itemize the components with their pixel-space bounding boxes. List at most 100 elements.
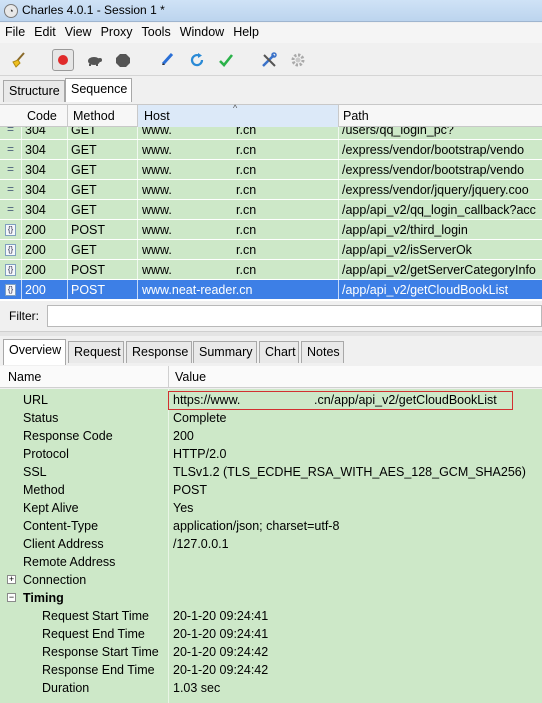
timing-row[interactable]: Response End Time 20-1-20 09:24:42 <box>0 661 542 679</box>
row-code: 200 <box>25 283 46 297</box>
timing-row[interactable]: Response Start Time 20-1-20 09:24:42 <box>0 643 542 661</box>
column-host[interactable]: Host <box>144 109 170 123</box>
timing-value: 20-1-20 09:24:42 <box>173 645 269 659</box>
expand-icon[interactable]: + <box>7 575 16 584</box>
menu-bar: File Edit View Proxy Tools Window Help <box>0 23 542 43</box>
table-row[interactable]: {} 200 POST www. r.cn /app/api_v2/getSer… <box>0 260 542 280</box>
detail-tabs: Overview Request Response Summary Chart … <box>0 339 542 365</box>
overview-table: URL https://www. .cn/app/api_v2/getCloud… <box>0 389 542 703</box>
filter-bar: Filter: <box>0 303 542 329</box>
column-path[interactable]: Path <box>343 109 369 123</box>
field-value: 200 <box>173 429 194 443</box>
row-path: /app/api_v2/getCloudBookList <box>342 283 509 297</box>
table-row[interactable]: = 304 GET www. r.cn /users/qq_login_pc? <box>0 127 542 140</box>
table-row[interactable]: = 304 GET www. r.cn /express/vendor/boot… <box>0 140 542 160</box>
pen-edit-icon[interactable] <box>156 49 178 71</box>
filter-input[interactable] <box>47 305 542 327</box>
overview-row-connection[interactable]: + Connection <box>0 571 542 589</box>
column-value[interactable]: Value <box>175 370 206 384</box>
row-host: www. <box>142 223 172 237</box>
title-bar: ◔ Charles 4.0.1 - Session 1 * <box>0 0 542 22</box>
field-name: Content-Type <box>23 519 99 533</box>
row-host-tail: r.cn <box>236 163 257 177</box>
timing-row[interactable]: Duration 1.03 sec <box>0 679 542 697</box>
timing-value: 20-1-20 09:24:42 <box>173 663 269 677</box>
timing-row[interactable]: Request Start Time 20-1-20 09:24:41 <box>0 607 542 625</box>
cached-response-icon: = <box>6 182 14 196</box>
row-method: POST <box>71 263 106 277</box>
table-row[interactable]: {} 200 GET www. r.cn /app/api_v2/isServe… <box>0 240 542 260</box>
sort-ascending-icon: ^ <box>233 103 238 113</box>
window-title: Charles 4.0.1 - Session 1 * <box>22 3 165 17</box>
settings-gear-icon[interactable] <box>287 49 309 71</box>
url-label: URL <box>23 393 49 407</box>
menu-help[interactable]: Help <box>228 23 263 39</box>
field-name: Remote Address <box>23 555 116 569</box>
column-name[interactable]: Name <box>8 370 41 384</box>
cached-response-icon: = <box>6 142 14 156</box>
tab-sequence[interactable]: Sequence <box>65 78 132 102</box>
row-code: 200 <box>25 223 46 237</box>
row-path: /app/api_v2/isServerOk <box>342 243 472 257</box>
collapse-icon[interactable]: − <box>7 593 16 602</box>
throttle-turtle-icon[interactable] <box>83 49 105 71</box>
row-host-tail: r.cn <box>236 263 257 277</box>
column-code[interactable]: Code <box>27 109 57 123</box>
row-host-tail: r.cn <box>236 183 257 197</box>
overview-row-url[interactable]: URL https://www. .cn/app/api_v2/getCloud… <box>0 391 542 410</box>
field-name: Response Code <box>23 429 113 443</box>
record-icon[interactable] <box>52 49 74 71</box>
row-path: /app/api_v2/third_login <box>342 223 468 237</box>
tab-chart[interactable]: Chart <box>259 341 299 363</box>
broom-icon[interactable] <box>8 49 30 71</box>
table-row[interactable]: = 304 GET www. r.cn /express/vendor/jque… <box>0 180 542 200</box>
overview-row[interactable]: Method POST <box>0 481 542 499</box>
row-path: /express/vendor/jquery/jquery.coo <box>342 183 529 197</box>
checkmark-icon[interactable] <box>215 49 237 71</box>
menu-proxy[interactable]: Proxy <box>96 23 137 39</box>
field-name: SSL <box>23 465 47 479</box>
column-method[interactable]: Method <box>73 109 115 123</box>
menu-tools[interactable]: Tools <box>137 23 175 39</box>
overview-row[interactable]: Status Complete <box>0 409 542 427</box>
field-value: POST <box>173 483 208 497</box>
field-value: application/json; charset=utf-8 <box>173 519 340 533</box>
table-row-selected[interactable]: {} 200 POST www.neat-reader.cn /app/api_… <box>0 280 542 300</box>
overview-row[interactable]: Client Address/127.0.0.1 <box>0 535 542 553</box>
row-code: 200 <box>25 243 46 257</box>
overview-row[interactable]: Response Code 200 <box>0 427 542 445</box>
table-row[interactable]: {} 200 POST www. r.cn /app/api_v2/third_… <box>0 220 542 240</box>
tab-request[interactable]: Request <box>68 341 124 363</box>
charles-app-icon: ◔ <box>4 4 18 18</box>
menu-view[interactable]: View <box>60 23 96 39</box>
menu-file[interactable]: File <box>0 23 29 39</box>
field-value: HTTP/2.0 <box>173 447 227 461</box>
tools-icon[interactable] <box>258 49 280 71</box>
tab-structure[interactable]: Structure <box>3 80 65 102</box>
row-host-tail: r.cn <box>236 127 257 137</box>
tab-overview[interactable]: Overview <box>3 339 66 365</box>
menu-window[interactable]: Window <box>175 23 228 39</box>
overview-row[interactable]: Content-Type application/json; charset=ut… <box>0 517 542 535</box>
table-row[interactable]: = 304 GET www. r.cn /app/api_v2/qq_login… <box>0 200 542 220</box>
row-method: POST <box>71 223 106 237</box>
row-host: www. <box>142 263 172 277</box>
overview-row[interactable]: Protocol HTTP/2.0 <box>0 445 542 463</box>
breakpoint-hexagon-icon[interactable] <box>112 49 134 71</box>
overview-row-timing[interactable]: − Timing <box>0 589 542 607</box>
overview-row[interactable]: Kept Alive Yes <box>0 499 542 517</box>
pane-splitter[interactable] <box>0 331 542 336</box>
timing-name: Duration <box>42 681 90 695</box>
menu-edit[interactable]: Edit <box>29 23 60 39</box>
cached-response-icon: = <box>6 202 14 216</box>
tab-summary[interactable]: Summary <box>193 341 257 363</box>
table-row[interactable]: = 304 GET www. r.cn /express/vendor/boot… <box>0 160 542 180</box>
row-method: GET <box>71 183 97 197</box>
tab-response[interactable]: Response <box>126 341 192 363</box>
tab-notes[interactable]: Notes <box>301 341 344 363</box>
row-host-tail: r.cn <box>236 203 257 217</box>
overview-row[interactable]: SSL TLSv1.2 (TLS_ECDHE_RSA_WITH_AES_128_G… <box>0 463 542 481</box>
overview-row[interactable]: Remote Address <box>0 553 542 571</box>
timing-row[interactable]: Request End Time 20-1-20 09:24:41 <box>0 625 542 643</box>
refresh-icon[interactable] <box>186 49 208 71</box>
